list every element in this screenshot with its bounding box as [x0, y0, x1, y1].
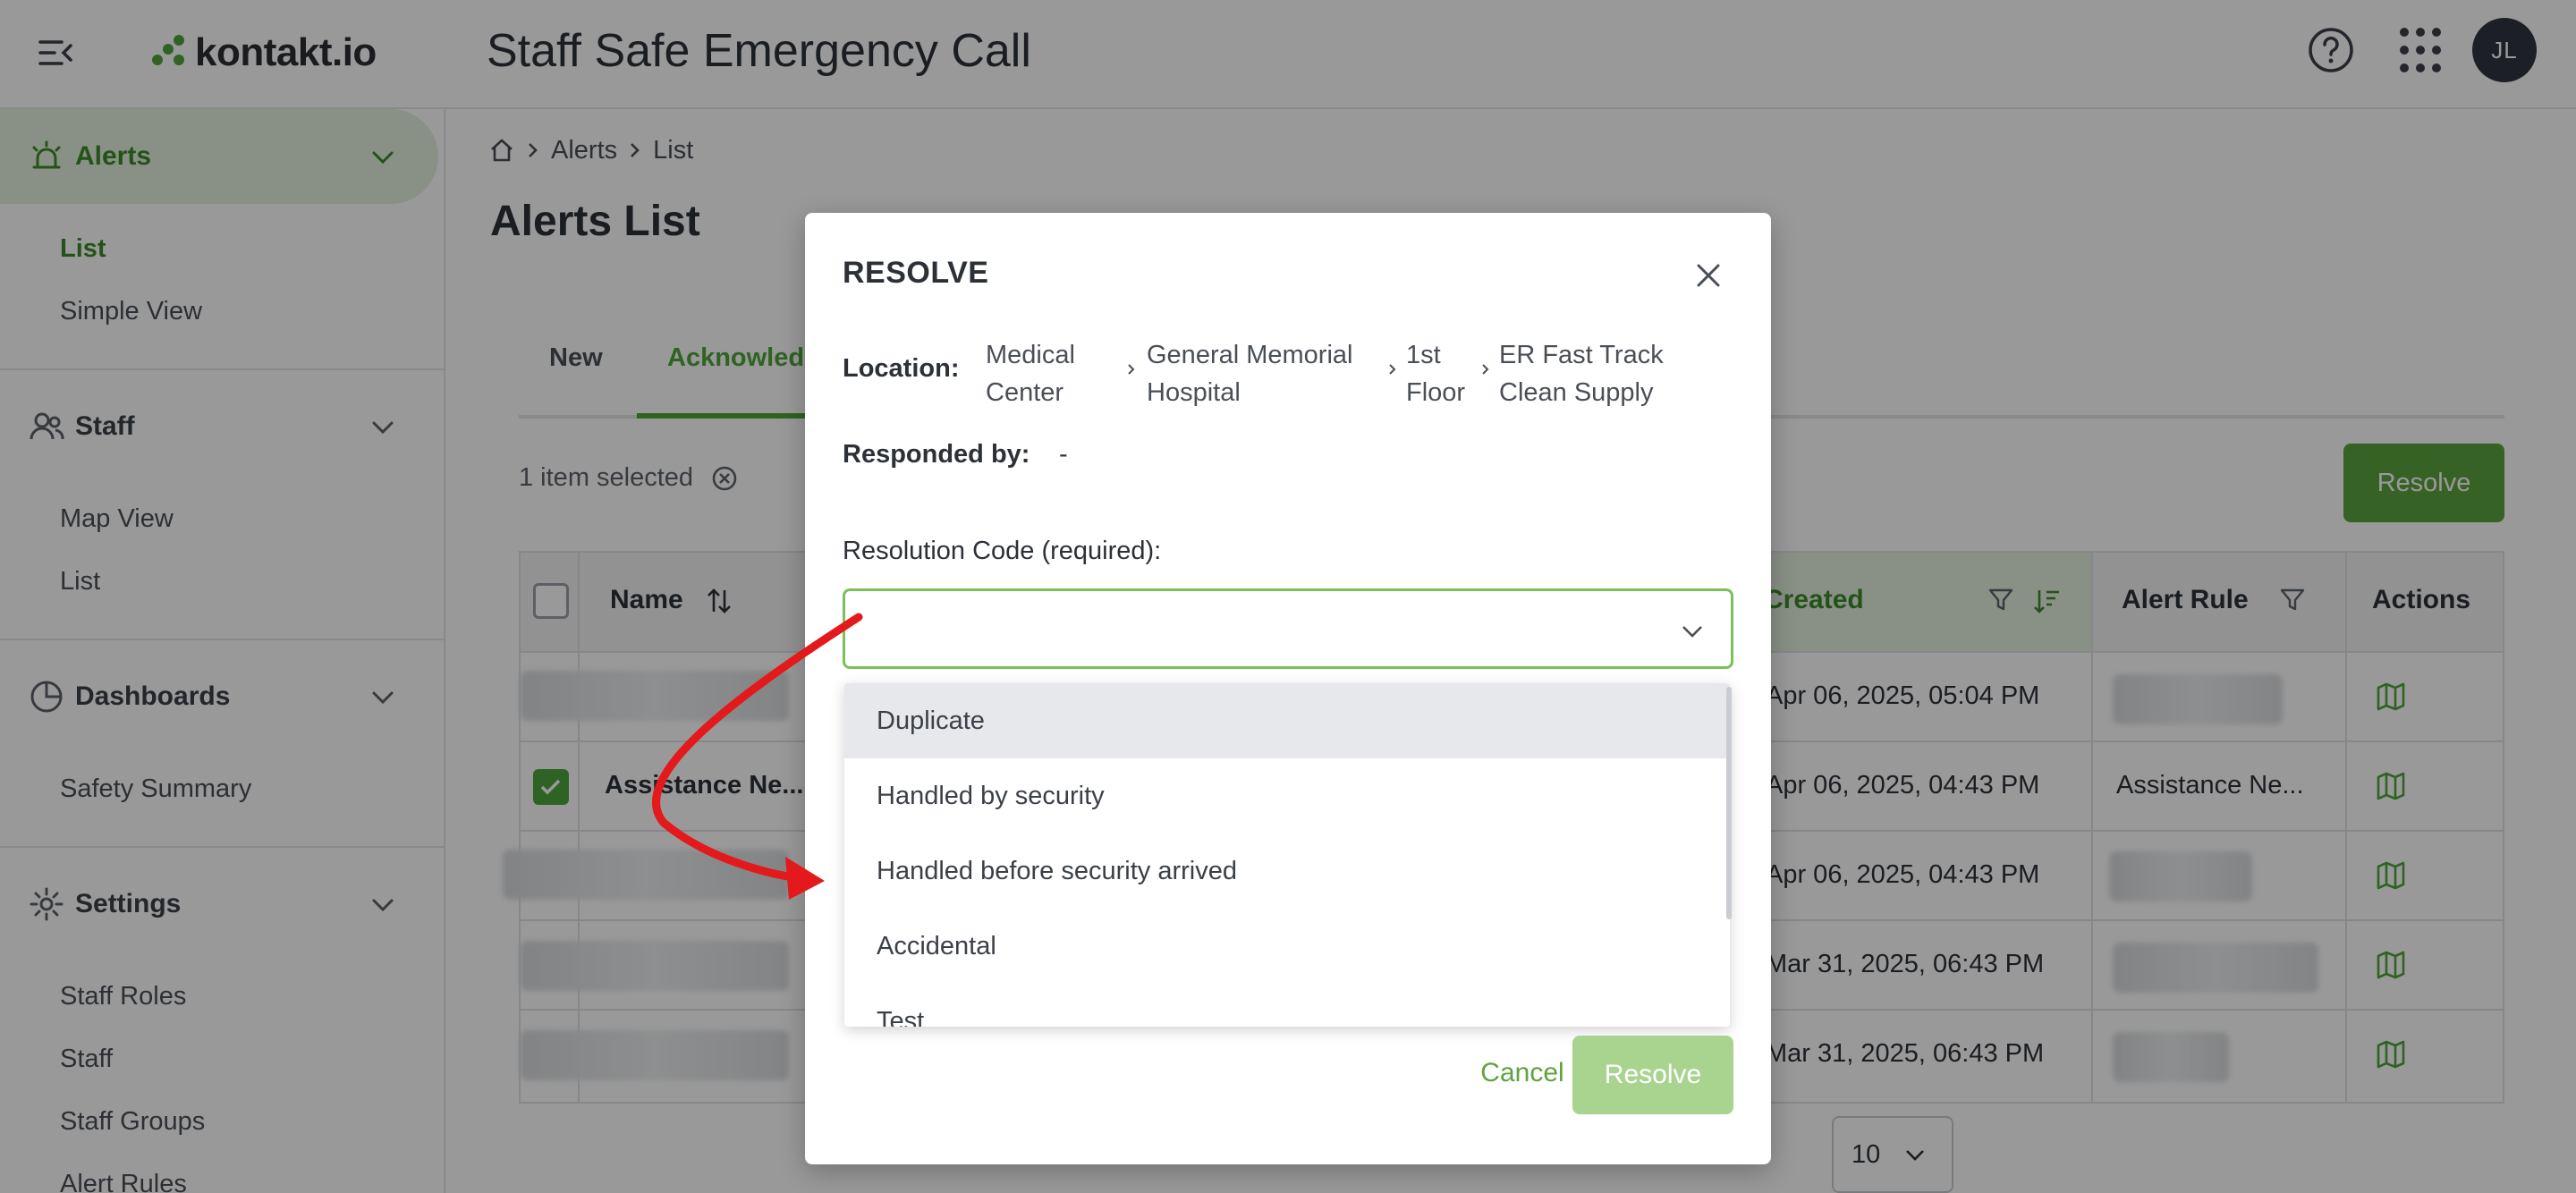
close-icon[interactable]	[1690, 258, 1726, 293]
option-test[interactable]: Test	[844, 984, 1730, 1028]
location-line: Center	[986, 378, 1064, 407]
option-handled-before-security-arrived[interactable]: Handled before security arrived	[844, 833, 1730, 909]
location-part: General Memorial Hospital	[1147, 336, 1352, 411]
location-line: ER Fast Track	[1499, 341, 1664, 369]
chevron-down-icon	[1682, 626, 1702, 638]
location-label: Location:	[843, 354, 960, 383]
chevron-right-icon	[1389, 364, 1396, 375]
chevron-right-icon	[1482, 364, 1489, 375]
option-handled-by-security[interactable]: Handled by security	[844, 758, 1730, 833]
location-line: Floor	[1406, 378, 1466, 407]
location-part: ER Fast Track Clean Supply	[1499, 336, 1664, 411]
option-duplicate[interactable]: Duplicate	[844, 683, 1730, 758]
location-line: General Memorial	[1147, 341, 1353, 369]
location-line: Clean Supply	[1499, 378, 1654, 407]
resolve-dialog: RESOLVE Location: Medical Center General…	[805, 213, 1771, 1164]
responded-by-label: Responded by:	[843, 440, 1030, 469]
location-line: Medical	[986, 341, 1075, 369]
location-part: Medical Center	[986, 336, 1075, 411]
resolve-button[interactable]: Resolve	[1572, 1036, 1733, 1114]
location-line: 1st	[1406, 341, 1441, 369]
resolution-code-select[interactable]	[843, 588, 1733, 669]
resolution-code-dropdown: Duplicate Handled by security Handled be…	[844, 683, 1730, 1027]
option-accidental[interactable]: Accidental	[844, 909, 1730, 984]
location-line: Hospital	[1147, 378, 1241, 407]
resolution-code-label: Resolution Code (required):	[843, 537, 1162, 565]
chevron-right-icon	[1128, 364, 1135, 375]
location-part: 1st Floor	[1406, 336, 1465, 411]
responded-by-value: -	[1059, 440, 1068, 469]
dropdown-scrollbar[interactable]	[1726, 687, 1732, 919]
dialog-title: RESOLVE	[843, 256, 989, 290]
